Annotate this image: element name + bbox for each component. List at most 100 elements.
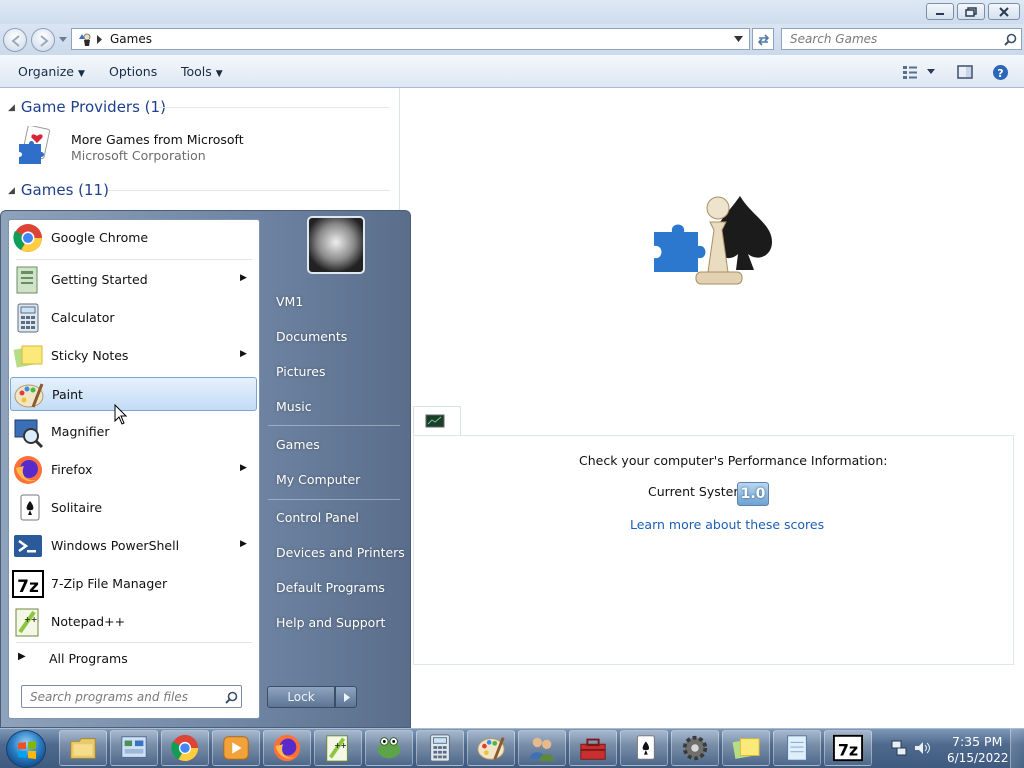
performance-tab[interactable] (413, 406, 461, 436)
taskbar-button[interactable] (671, 730, 719, 766)
submenu-arrow-icon[interactable]: ▶ (240, 349, 247, 359)
start-menu-link[interactable]: Pictures (276, 364, 326, 379)
performance-score-badge: 1.0 (737, 482, 769, 506)
start-menu-link[interactable]: Documents (276, 329, 347, 344)
start-menu-item[interactable]: 7z 7-Zip File Manager (10, 567, 257, 601)
paint-icon (477, 737, 505, 760)
group-label-games: Games (11) (20, 181, 109, 199)
gear-icon (682, 735, 708, 761)
taskbar-button[interactable] (722, 730, 770, 766)
firefox-icon (14, 456, 42, 484)
start-menu-item-label: 7-Zip File Manager (51, 576, 168, 591)
start-search-field[interactable]: Search programs and files (21, 685, 242, 708)
network-icon[interactable] (891, 740, 907, 756)
programs-divider (16, 642, 252, 643)
taskbar-button[interactable] (620, 730, 668, 766)
search-icon[interactable] (225, 691, 238, 704)
start-menu-item[interactable]: ++ Notepad++ (10, 605, 257, 639)
refresh-button[interactable] (752, 28, 774, 50)
start-menu-link[interactable]: Devices and Printers (276, 545, 405, 560)
start-menu-item[interactable]: Calculator (10, 301, 257, 335)
search-icon[interactable] (1004, 33, 1017, 46)
taskbar-button[interactable] (518, 730, 566, 766)
frog-app-icon (377, 737, 401, 759)
start-menu-item[interactable]: Firefox ▶ (10, 453, 257, 487)
organize-menu[interactable]: Organize ▼ (18, 64, 85, 79)
start-menu-item[interactable]: Getting Started ▶ (10, 263, 257, 297)
shutdown-options-button[interactable] (335, 686, 357, 708)
breadcrumb-games[interactable]: Games (110, 32, 152, 46)
taskbar-button[interactable] (569, 730, 617, 766)
notepadpp-icon: ++ (326, 735, 348, 762)
start-menu-link[interactable]: Control Panel (276, 510, 359, 525)
start-button[interactable] (6, 730, 46, 768)
taskbar-button[interactable] (467, 730, 515, 766)
clock-time[interactable]: 7:35 PM (952, 734, 1002, 749)
learn-more-scores-link[interactable]: Learn more about these scores (630, 517, 824, 532)
breadcrumb-arrow-icon[interactable] (97, 35, 103, 44)
start-menu-item[interactable]: Windows PowerShell ▶ (10, 529, 257, 563)
clock-date[interactable]: 6/15/2022 (947, 751, 1009, 765)
getting-started-icon (16, 266, 38, 294)
taskbar-button[interactable]: ++ (314, 730, 362, 766)
search-games-field[interactable]: Search Games (781, 28, 1022, 50)
volume-icon[interactable] (914, 740, 932, 756)
group-header-game-providers[interactable]: ◢ Game Providers (1) (8, 98, 166, 116)
taskbar-button[interactable] (59, 730, 107, 766)
start-menu-link[interactable]: My Computer (276, 472, 360, 487)
submenu-arrow-icon[interactable]: ▶ (240, 273, 247, 283)
start-menu-item-label: Magnifier (51, 424, 110, 439)
7zip-icon: 7z (833, 734, 863, 762)
taskbar-button[interactable] (161, 730, 209, 766)
start-menu-link[interactable]: VM1 (276, 294, 303, 309)
start-menu-item[interactable]: Sticky Notes ▶ (10, 339, 257, 373)
start-menu-item[interactable]: Magnifier (10, 415, 257, 449)
group-label-providers: Game Providers (1) (20, 98, 166, 116)
calculator-icon (17, 303, 39, 333)
sticky-notes-icon (13, 345, 43, 368)
view-dropdown-icon[interactable] (927, 69, 935, 74)
taskbar-button[interactable] (212, 730, 260, 766)
submenu-arrow-icon[interactable]: ▶ (240, 539, 247, 549)
taskbar-button[interactable] (416, 730, 464, 766)
tools-menu[interactable]: Tools ▼ (181, 64, 223, 79)
taskbar-button[interactable] (263, 730, 311, 766)
minimize-button[interactable] (926, 3, 954, 20)
start-menu-link[interactable]: Help and Support (276, 615, 385, 630)
forward-button[interactable] (31, 28, 55, 52)
start-menu-item[interactable]: Google Chrome (10, 221, 257, 255)
change-view-icon[interactable] (902, 65, 918, 79)
taskbar-button[interactable] (773, 730, 821, 766)
start-menu-link[interactable]: Default Programs (276, 580, 385, 595)
taskbar-button[interactable] (365, 730, 413, 766)
recent-pages-dropdown-icon[interactable] (59, 37, 67, 43)
address-dropdown-icon[interactable] (734, 36, 743, 42)
start-menu-item[interactable]: Solitaire (10, 491, 257, 525)
close-button[interactable] (988, 3, 1020, 20)
help-icon[interactable]: ? (992, 64, 1009, 81)
user-account-picture[interactable] (307, 216, 365, 274)
start-menu-item-label: Paint (52, 387, 83, 402)
options-button[interactable]: Options (109, 64, 157, 79)
lock-button[interactable]: Lock (267, 686, 335, 708)
windows-logo-icon (18, 741, 36, 759)
submenu-arrow-icon[interactable]: ▶ (240, 463, 247, 473)
taskbar-button[interactable] (110, 730, 158, 766)
start-menu-link[interactable]: Music (276, 399, 312, 414)
start-menu-item-label: Windows PowerShell (51, 538, 180, 553)
address-field[interactable]: Games (71, 28, 750, 50)
powershell-icon (14, 535, 42, 557)
group-divider (158, 107, 390, 108)
back-button[interactable] (3, 28, 27, 52)
start-menu-link[interactable]: Games (276, 437, 320, 452)
restore-button[interactable] (957, 3, 985, 20)
preview-pane-icon[interactable] (957, 65, 973, 79)
group-divider (108, 190, 390, 191)
collapse-triangle-icon: ◢ (8, 186, 15, 196)
show-desktop-button[interactable] (1010, 729, 1024, 768)
taskbar-button[interactable]: 7z (824, 730, 872, 766)
group-header-games[interactable]: ◢ Games (11) (8, 181, 109, 199)
start-menu-item[interactable]: Paint (10, 377, 257, 411)
places-divider (268, 425, 400, 426)
all-programs-button[interactable]: ▶ All Programs (10, 646, 257, 672)
